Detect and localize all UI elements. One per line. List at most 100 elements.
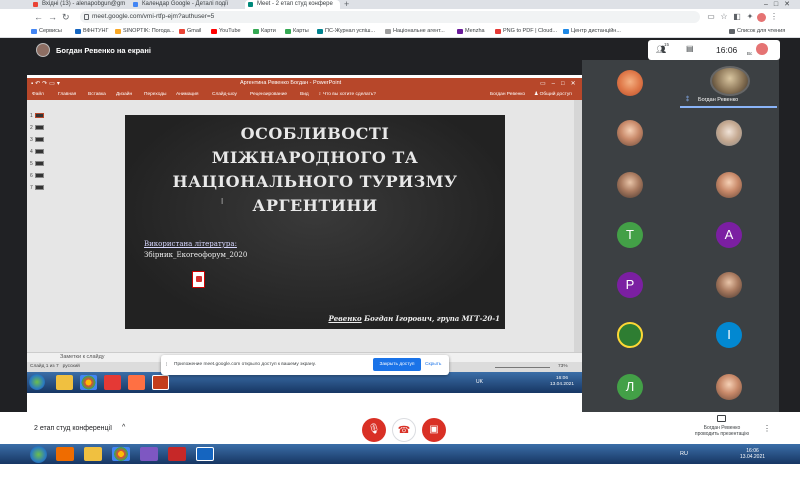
self-avatar[interactable]: [756, 43, 768, 55]
reading-list[interactable]: Список для чтения: [728, 27, 785, 36]
bookmark-icon: [75, 29, 81, 34]
chevron-up-icon[interactable]: ^: [122, 424, 125, 431]
explorer-icon[interactable]: [84, 447, 102, 461]
new-tab-button[interactable]: +: [344, 0, 349, 9]
slide-title-line: НАЦІОНАЛЬНОГО ТУРИЗМУ: [172, 172, 458, 191]
reload-icon[interactable]: ↻: [62, 12, 70, 23]
bookmark-menzha[interactable]: Menzha: [456, 27, 485, 36]
notification-text: Приложение meet.google.com открыло досту…: [174, 362, 316, 367]
participant-tile[interactable]: [716, 272, 742, 298]
gmail-icon: [179, 29, 185, 34]
meeting-name[interactable]: 2 етап студ конференції: [34, 425, 112, 432]
participant-tile[interactable]: [617, 322, 643, 348]
participant-tile[interactable]: T: [617, 222, 643, 248]
pdf-icon: [192, 271, 205, 288]
ribbon-tab-transitions: Переходы: [144, 92, 167, 97]
bookmark-maps-ru[interactable]: Карты: [284, 27, 309, 36]
participant-tile[interactable]: [617, 172, 643, 198]
chrome-icon[interactable]: [112, 447, 130, 461]
gmail-icon: [33, 2, 38, 7]
camera-off-button[interactable]: ▣: [422, 418, 446, 442]
ribbon-tab-design: Дизайн: [116, 92, 133, 97]
ribbon-tab-home: Главная: [58, 92, 77, 97]
system-tray[interactable]: RU: [680, 451, 688, 457]
calendar-icon: [133, 2, 138, 7]
bookmark-youtube[interactable]: YouTube: [210, 27, 241, 36]
hide-notification-button[interactable]: Скрыть: [425, 362, 441, 367]
stop-sharing-button[interactable]: Закрыть доступ: [373, 358, 421, 371]
participants-grid: [582, 60, 779, 412]
participant-tile[interactable]: [716, 120, 742, 146]
viber-icon[interactable]: [140, 447, 158, 461]
shared-clock: 16:06 13.04.2021: [550, 376, 575, 387]
camera-permission-icon[interactable]: ▭: [705, 11, 717, 23]
address-bar[interactable]: meet.google.com/vmi-rtfp-ejm?authuser=5: [80, 11, 700, 23]
lock-icon: [84, 14, 89, 20]
presenting-label: Богдан Ревенко проводить презентацію: [694, 425, 750, 437]
powerpoint-icon: [152, 375, 169, 390]
star-icon[interactable]: ☆: [718, 11, 730, 23]
tab-gmail[interactable]: Вхідні (13) - alenapobgun@gm: [30, 0, 130, 9]
literature-label: Використана література:: [144, 240, 237, 248]
meet-icon: [248, 2, 253, 7]
back-arrow-icon[interactable]: ←: [34, 12, 43, 22]
maps-icon: [285, 29, 291, 34]
present-icon[interactable]: [717, 415, 726, 422]
menu-dots-icon[interactable]: ⋮: [768, 11, 780, 23]
shared-tray: UK: [476, 379, 483, 385]
slide-counter: Слайд 1 из 7 русский: [30, 364, 80, 369]
bookmark-distance-center[interactable]: Центр дистанційн...: [562, 27, 621, 36]
bookmark-vfntung[interactable]: ВФНТУНГ: [74, 27, 108, 36]
slide-scrollbar: [574, 100, 582, 352]
slide-thumb: 1: [30, 113, 44, 119]
speaking-icon: ⁑: [686, 97, 689, 103]
yandex-icon: [104, 375, 121, 390]
bookmark-sinoptik[interactable]: SINOPTIK: Погода...: [114, 27, 174, 36]
media-player-icon[interactable]: [56, 447, 74, 461]
bookmark-maps-ua[interactable]: Карти: [252, 27, 276, 36]
mic-off-button[interactable]: 🎙︎: [362, 418, 386, 442]
forward-arrow-icon[interactable]: →: [48, 12, 57, 22]
quick-access-toolbar: ▪↶↷▭▾: [31, 81, 62, 87]
ribbon-tab-slideshow: Слайд-шоу: [212, 92, 237, 97]
participant-tile[interactable]: [617, 120, 643, 146]
participant-tile[interactable]: [617, 70, 643, 96]
word-icon[interactable]: [196, 447, 214, 461]
presenter-avatar: [36, 43, 50, 57]
participant-tile[interactable]: [716, 374, 742, 400]
participant-tile[interactable]: Л: [617, 374, 643, 400]
slide-thumb: 6: [30, 173, 44, 179]
powerpoint-window-title: Аргентина Ревенко Богдан - PowerPoint: [240, 80, 342, 86]
maps-icon: [253, 29, 259, 34]
slide-thumb: 5: [30, 161, 44, 167]
bookmark-national-agency[interactable]: Національне агент...: [384, 27, 445, 36]
slide-thumb: 7: [30, 185, 44, 191]
share-button: ♟ Общий доступ: [534, 92, 572, 97]
ribbon-tab-animation: Анимация: [176, 92, 199, 97]
participant-tile[interactable]: [716, 172, 742, 198]
tab-calendar[interactable]: Календар Google - Деталі події: [130, 0, 240, 9]
participant-tile[interactable]: P: [617, 272, 643, 298]
participant-tile[interactable]: I: [716, 322, 742, 348]
more-options-icon[interactable]: ⋮: [763, 424, 771, 433]
bookmark-services[interactable]: Сервисы: [30, 27, 62, 36]
people-count: 15: [664, 42, 670, 47]
extension-icon[interactable]: ◧: [731, 11, 743, 23]
tab-meet[interactable]: Meet - 2 етап студ конфере: [245, 0, 340, 9]
firefox-icon: [128, 375, 145, 390]
profile-avatar[interactable]: [757, 13, 766, 22]
bookmark-png-to-pdf[interactable]: PNG to PDF | Cloud...: [494, 27, 557, 36]
drag-handle-icon[interactable]: ⁞: [166, 362, 167, 368]
participant-tile[interactable]: A: [716, 222, 742, 248]
hangup-button[interactable]: ☎︎: [392, 418, 416, 442]
notes-label: Заметки к слайду: [60, 354, 105, 360]
windows-start-icon[interactable]: [30, 446, 47, 463]
pdf-reader-icon[interactable]: [168, 447, 186, 461]
meet-clock: 16:06: [716, 45, 738, 55]
system-clock[interactable]: 16:06 13.04.2021: [740, 448, 765, 460]
extensions-puzzle-icon[interactable]: ✦: [744, 11, 756, 23]
window-controls[interactable]: –□✕: [764, 0, 796, 8]
bookmark-journal[interactable]: ПС-Журнал успіш...: [316, 27, 375, 36]
chat-icon[interactable]: ▤: [686, 44, 694, 53]
bookmark-gmail[interactable]: Gmail: [178, 27, 201, 36]
